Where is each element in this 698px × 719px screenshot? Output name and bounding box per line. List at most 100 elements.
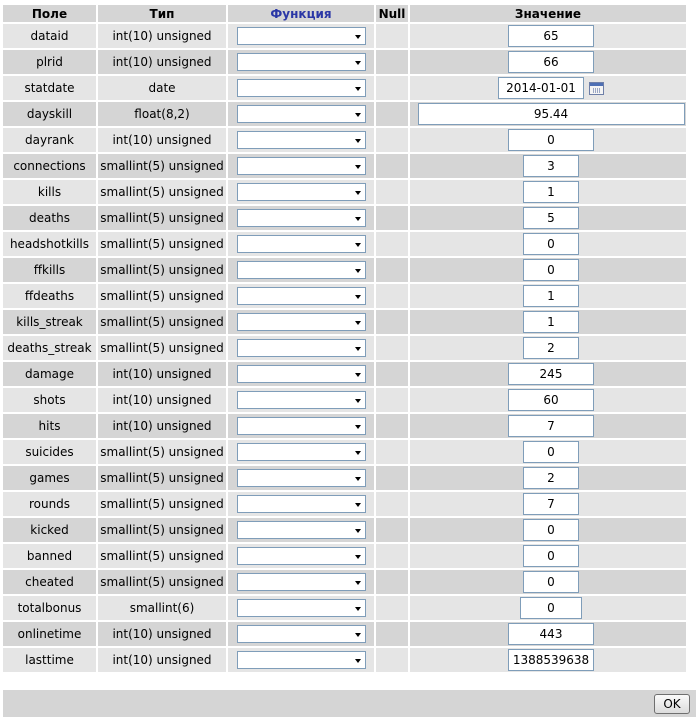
field-type: int(10) unsigned	[98, 362, 226, 386]
value-input[interactable]: 65	[508, 25, 594, 47]
value-cell: 0	[410, 544, 686, 568]
function-select[interactable]	[236, 391, 366, 409]
function-cell	[228, 440, 374, 464]
function-select[interactable]	[236, 53, 366, 71]
value-input[interactable]: 245	[508, 363, 594, 385]
value-input[interactable]: 2	[523, 467, 579, 489]
value-cell: 2014-01-01	[410, 76, 686, 100]
value-input[interactable]: 1	[523, 285, 579, 307]
field-name: onlinetime	[3, 622, 96, 646]
null-cell	[376, 518, 408, 542]
function-select[interactable]	[236, 365, 366, 383]
calendar-icon[interactable]	[589, 81, 604, 95]
value-input[interactable]: 0	[520, 597, 582, 619]
chevron-down-icon	[354, 87, 361, 91]
function-select[interactable]	[236, 261, 366, 279]
function-select[interactable]	[236, 339, 366, 357]
value-input[interactable]: 0	[523, 519, 579, 541]
null-cell	[376, 154, 408, 178]
field-type: smallint(5) unsigned	[98, 466, 226, 490]
value-input[interactable]: 2014-01-01	[498, 77, 584, 99]
value-input[interactable]: 0	[523, 233, 579, 255]
function-cell	[228, 258, 374, 282]
function-select[interactable]	[236, 105, 366, 123]
table-row: plrid int(10) unsigned 66	[3, 50, 686, 74]
table-row: connections smallint(5) unsigned 3	[3, 154, 686, 178]
function-select[interactable]	[236, 469, 366, 487]
field-name: dataid	[3, 24, 96, 48]
field-name: hits	[3, 414, 96, 438]
function-cell	[228, 206, 374, 230]
null-cell	[376, 232, 408, 256]
field-type: smallint(5) unsigned	[98, 206, 226, 230]
function-select[interactable]	[236, 235, 366, 253]
value-input[interactable]: 7	[508, 415, 594, 437]
value-input[interactable]: 0	[523, 545, 579, 567]
function-select[interactable]	[236, 287, 366, 305]
value-input[interactable]: 443	[508, 623, 594, 645]
function-select[interactable]	[236, 547, 366, 565]
fields-table: Поле Тип Функция Null Значение dataid int…	[1, 3, 688, 674]
value-input[interactable]: 1	[523, 311, 579, 333]
value-input[interactable]: 0	[523, 441, 579, 463]
value-input[interactable]: 95.44	[417, 103, 685, 125]
function-cell	[228, 128, 374, 152]
header-value: Значение	[410, 5, 686, 22]
chevron-down-icon	[354, 607, 361, 611]
value-cell: 1	[410, 180, 686, 204]
insert-form: Поле Тип Функция Null Значение dataid int…	[0, 0, 698, 719]
function-select[interactable]	[236, 625, 366, 643]
value-input[interactable]: 60	[508, 389, 594, 411]
value-input[interactable]: 1388539638	[508, 649, 594, 671]
function-cell	[228, 76, 374, 100]
field-name: games	[3, 466, 96, 490]
value-cell: 65	[410, 24, 686, 48]
value-input[interactable]: 1	[523, 181, 579, 203]
function-select[interactable]	[236, 157, 366, 175]
null-cell	[376, 336, 408, 360]
value-input[interactable]: 7	[523, 493, 579, 515]
header-function: Функция	[228, 5, 374, 22]
null-cell	[376, 362, 408, 386]
chevron-down-icon	[354, 243, 361, 247]
value-input[interactable]: 0	[523, 571, 579, 593]
function-select[interactable]	[236, 209, 366, 227]
function-select[interactable]	[236, 131, 366, 149]
field-type: smallint(5) unsigned	[98, 492, 226, 516]
field-name: headshotkills	[3, 232, 96, 256]
chevron-down-icon	[354, 373, 361, 377]
value-cell: 95.44	[410, 102, 686, 126]
function-select[interactable]	[236, 651, 366, 669]
function-select[interactable]	[236, 417, 366, 435]
value-cell: 0	[410, 258, 686, 282]
function-select[interactable]	[236, 521, 366, 539]
function-select[interactable]	[236, 443, 366, 461]
value-input[interactable]: 2	[523, 337, 579, 359]
function-select[interactable]	[236, 599, 366, 617]
value-input[interactable]: 0	[523, 259, 579, 281]
value-cell: 2	[410, 466, 686, 490]
function-cell	[228, 232, 374, 256]
chevron-down-icon	[354, 425, 361, 429]
function-select[interactable]	[236, 573, 366, 591]
field-type: smallint(5) unsigned	[98, 310, 226, 334]
function-select[interactable]	[236, 27, 366, 45]
function-select[interactable]	[236, 313, 366, 331]
ok-button[interactable]: OK	[654, 694, 690, 714]
field-type: int(10) unsigned	[98, 128, 226, 152]
function-cell	[228, 310, 374, 334]
field-type: smallint(5) unsigned	[98, 284, 226, 308]
value-cell: 0	[410, 518, 686, 542]
value-input[interactable]: 0	[508, 129, 594, 151]
function-select[interactable]	[236, 183, 366, 201]
value-input[interactable]: 5	[523, 207, 579, 229]
value-input[interactable]: 66	[508, 51, 594, 73]
table-row: onlinetime int(10) unsigned 443	[3, 622, 686, 646]
null-cell	[376, 50, 408, 74]
function-select[interactable]	[236, 79, 366, 97]
table-row: lasttime int(10) unsigned 1388539638	[3, 648, 686, 672]
value-cell: 5	[410, 206, 686, 230]
function-select[interactable]	[236, 495, 366, 513]
value-input[interactable]: 3	[523, 155, 579, 177]
field-type: smallint(5) unsigned	[98, 440, 226, 464]
